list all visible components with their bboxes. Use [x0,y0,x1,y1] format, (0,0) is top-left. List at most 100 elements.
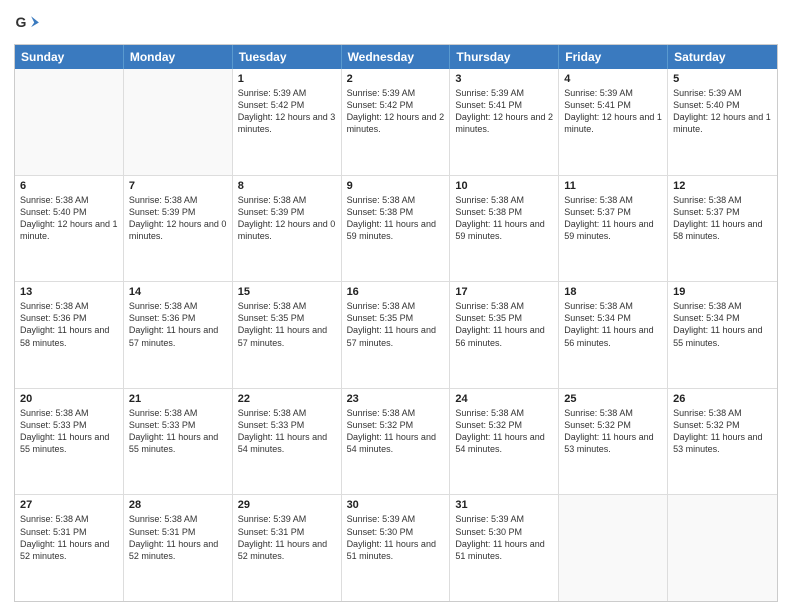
calendar-cell: 8 Sunrise: 5:38 AMSunset: 5:39 PMDaylight… [233,176,342,282]
day-number: 5 [673,73,772,85]
day-number: 8 [238,180,336,192]
day-info: Sunrise: 5:38 AMSunset: 5:31 PMDaylight:… [20,513,118,562]
day-info: Sunrise: 5:39 AMSunset: 5:41 PMDaylight:… [564,87,662,136]
day-number: 19 [673,286,772,298]
calendar-cell: 6 Sunrise: 5:38 AMSunset: 5:40 PMDaylight… [15,176,124,282]
calendar-row: 6 Sunrise: 5:38 AMSunset: 5:40 PMDaylight… [15,176,777,283]
day-number: 21 [129,393,227,405]
day-number: 20 [20,393,118,405]
day-number: 4 [564,73,662,85]
day-number: 27 [20,499,118,511]
calendar-cell: 18 Sunrise: 5:38 AMSunset: 5:34 PMDayligh… [559,282,668,388]
day-info: Sunrise: 5:38 AMSunset: 5:32 PMDaylight:… [455,407,553,456]
day-info: Sunrise: 5:38 AMSunset: 5:31 PMDaylight:… [129,513,227,562]
day-info: Sunrise: 5:39 AMSunset: 5:41 PMDaylight:… [455,87,553,136]
calendar-cell: 16 Sunrise: 5:38 AMSunset: 5:35 PMDayligh… [342,282,451,388]
day-info: Sunrise: 5:39 AMSunset: 5:42 PMDaylight:… [238,87,336,136]
calendar-cell: 21 Sunrise: 5:38 AMSunset: 5:33 PMDayligh… [124,389,233,495]
day-number: 15 [238,286,336,298]
weekday-header: Saturday [668,45,777,69]
day-number: 10 [455,180,553,192]
day-info: Sunrise: 5:38 AMSunset: 5:37 PMDaylight:… [673,194,772,243]
calendar-cell: 1 Sunrise: 5:39 AMSunset: 5:42 PMDaylight… [233,69,342,175]
day-number: 26 [673,393,772,405]
day-number: 2 [347,73,445,85]
calendar-cell: 19 Sunrise: 5:38 AMSunset: 5:34 PMDayligh… [668,282,777,388]
calendar-cell [15,69,124,175]
weekday-header: Sunday [15,45,124,69]
calendar-cell: 20 Sunrise: 5:38 AMSunset: 5:33 PMDayligh… [15,389,124,495]
day-number: 12 [673,180,772,192]
day-info: Sunrise: 5:38 AMSunset: 5:33 PMDaylight:… [129,407,227,456]
calendar-cell: 28 Sunrise: 5:38 AMSunset: 5:31 PMDayligh… [124,495,233,601]
logo: G [14,10,46,38]
day-info: Sunrise: 5:38 AMSunset: 5:36 PMDaylight:… [20,300,118,349]
page: G SundayMondayTuesdayWednesdayThursdayFr… [0,0,792,612]
calendar-row: 27 Sunrise: 5:38 AMSunset: 5:31 PMDayligh… [15,495,777,601]
calendar-body: 1 Sunrise: 5:39 AMSunset: 5:42 PMDaylight… [15,69,777,601]
calendar-cell: 12 Sunrise: 5:38 AMSunset: 5:37 PMDayligh… [668,176,777,282]
calendar-row: 1 Sunrise: 5:39 AMSunset: 5:42 PMDaylight… [15,69,777,176]
calendar-cell: 4 Sunrise: 5:39 AMSunset: 5:41 PMDaylight… [559,69,668,175]
calendar-row: 13 Sunrise: 5:38 AMSunset: 5:36 PMDayligh… [15,282,777,389]
day-number: 16 [347,286,445,298]
calendar-cell: 14 Sunrise: 5:38 AMSunset: 5:36 PMDayligh… [124,282,233,388]
day-number: 6 [20,180,118,192]
calendar-cell [559,495,668,601]
day-info: Sunrise: 5:39 AMSunset: 5:30 PMDaylight:… [455,513,553,562]
weekday-header: Thursday [450,45,559,69]
day-number: 3 [455,73,553,85]
calendar-cell: 17 Sunrise: 5:38 AMSunset: 5:35 PMDayligh… [450,282,559,388]
day-info: Sunrise: 5:38 AMSunset: 5:33 PMDaylight:… [238,407,336,456]
day-info: Sunrise: 5:38 AMSunset: 5:35 PMDaylight:… [347,300,445,349]
calendar-cell: 5Sunrise: 5:39 AMSunset: 5:40 PMDaylight… [668,69,777,175]
calendar-cell: 9 Sunrise: 5:38 AMSunset: 5:38 PMDaylight… [342,176,451,282]
calendar-cell: 23Sunrise: 5:38 AMSunset: 5:32 PMDayligh… [342,389,451,495]
day-info: Sunrise: 5:38 AMSunset: 5:39 PMDaylight:… [238,194,336,243]
day-info: Sunrise: 5:38 AMSunset: 5:34 PMDaylight:… [673,300,772,349]
calendar-cell: 7Sunrise: 5:38 AMSunset: 5:39 PMDaylight… [124,176,233,282]
day-number: 24 [455,393,553,405]
day-info: Sunrise: 5:39 AMSunset: 5:42 PMDaylight:… [347,87,445,136]
day-number: 14 [129,286,227,298]
calendar-cell: 30 Sunrise: 5:39 AMSunset: 5:30 PMDayligh… [342,495,451,601]
calendar-cell: 25 Sunrise: 5:38 AMSunset: 5:32 PMDayligh… [559,389,668,495]
calendar-cell: 27 Sunrise: 5:38 AMSunset: 5:31 PMDayligh… [15,495,124,601]
day-number: 29 [238,499,336,511]
day-number: 1 [238,73,336,85]
calendar-cell [124,69,233,175]
weekday-header: Friday [559,45,668,69]
svg-text:G: G [16,14,27,30]
calendar-header: SundayMondayTuesdayWednesdayThursdayFrid… [15,45,777,69]
day-info: Sunrise: 5:38 AMSunset: 5:35 PMDaylight:… [455,300,553,349]
day-number: 13 [20,286,118,298]
day-number: 30 [347,499,445,511]
weekday-header: Wednesday [342,45,451,69]
logo-icon: G [14,10,42,38]
day-number: 11 [564,180,662,192]
day-info: Sunrise: 5:38 AMSunset: 5:40 PMDaylight:… [20,194,118,243]
day-info: Sunrise: 5:38 AMSunset: 5:38 PMDaylight:… [455,194,553,243]
day-info: Sunrise: 5:38 AMSunset: 5:38 PMDaylight:… [347,194,445,243]
calendar-cell: 3 Sunrise: 5:39 AMSunset: 5:41 PMDaylight… [450,69,559,175]
calendar-cell: 15Sunrise: 5:38 AMSunset: 5:35 PMDayligh… [233,282,342,388]
day-info: Sunrise: 5:39 AMSunset: 5:30 PMDaylight:… [347,513,445,562]
day-info: Sunrise: 5:38 AMSunset: 5:34 PMDaylight:… [564,300,662,349]
day-info: Sunrise: 5:38 AMSunset: 5:36 PMDaylight:… [129,300,227,349]
day-number: 25 [564,393,662,405]
day-number: 17 [455,286,553,298]
calendar-cell: 11 Sunrise: 5:38 AMSunset: 5:37 PMDayligh… [559,176,668,282]
calendar-cell [668,495,777,601]
day-number: 23 [347,393,445,405]
day-info: Sunrise: 5:38 AMSunset: 5:37 PMDaylight:… [564,194,662,243]
day-info: Sunrise: 5:38 AMSunset: 5:39 PMDaylight:… [129,194,227,243]
calendar-cell: 10 Sunrise: 5:38 AMSunset: 5:38 PMDayligh… [450,176,559,282]
calendar-cell: 29Sunrise: 5:39 AMSunset: 5:31 PMDayligh… [233,495,342,601]
day-number: 9 [347,180,445,192]
day-info: Sunrise: 5:38 AMSunset: 5:32 PMDaylight:… [564,407,662,456]
day-info: Sunrise: 5:38 AMSunset: 5:33 PMDaylight:… [20,407,118,456]
day-number: 18 [564,286,662,298]
day-number: 28 [129,499,227,511]
calendar: SundayMondayTuesdayWednesdayThursdayFrid… [14,44,778,602]
calendar-row: 20 Sunrise: 5:38 AMSunset: 5:33 PMDayligh… [15,389,777,496]
